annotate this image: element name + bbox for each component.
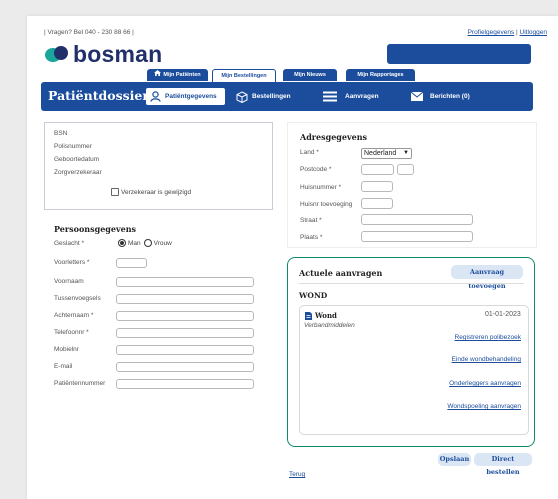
register-visit-link[interactable]: Registreren polibezoek: [455, 334, 521, 341]
request-underpads-link[interactable]: Onderleggers aanvragen: [449, 380, 521, 387]
header-search-box[interactable]: [387, 44, 531, 64]
request-item-subtitle: Verbandmiddelen: [304, 322, 355, 329]
tab-label: Mijn Patiënten: [163, 72, 201, 78]
chevron-down-icon: ▼: [403, 150, 409, 156]
insurer-changed-checkbox-row: Verzekeraar is gewijzigd: [111, 188, 191, 196]
menu-icon: [323, 91, 337, 102]
tussenvoegsels-input[interactable]: [116, 294, 254, 304]
request-item-header: Wond: [305, 311, 337, 320]
nav-berichten[interactable]: Berichten (0): [411, 88, 470, 105]
postcode-digits-input[interactable]: [361, 164, 394, 175]
achternaam-input[interactable]: [116, 311, 254, 321]
envelope-icon: [411, 92, 423, 101]
nav-bestellingen[interactable]: Bestellingen: [236, 88, 291, 105]
email-label: E-mail: [54, 363, 73, 370]
tab-label: Mijn Rapportages: [357, 72, 404, 78]
land-label: Land *: [300, 149, 319, 156]
voornaam-label: Voornaam: [54, 278, 84, 285]
save-button[interactable]: Opslaan: [438, 453, 471, 466]
support-phone: | Vragen? Bel 040 - 230 88 66 |: [44, 29, 134, 36]
user-icon: [150, 91, 161, 102]
request-wound-rinse-link[interactable]: Wondspoeling aanvragen: [447, 403, 521, 410]
postcode-letters-input[interactable]: [397, 164, 414, 175]
order-now-button[interactable]: Direct bestellen: [474, 453, 532, 476]
logo-leaf-icon: [45, 46, 68, 62]
zorgverzekeraar-label: Zorgverzekeraar: [54, 169, 102, 176]
end-treatment-link[interactable]: Einde wondbehandeling: [452, 356, 521, 363]
voornaam-input[interactable]: [116, 277, 254, 287]
geboortedatum-label: Geboortedatum: [54, 156, 100, 163]
telefoonnr-label: Telefoonnr *: [54, 329, 89, 336]
nav-label: Bestellingen: [252, 93, 291, 100]
mobielnr-input[interactable]: [116, 345, 254, 355]
gender-female-radio[interactable]: [143, 239, 152, 247]
requests-divider: [299, 283, 524, 284]
tab-label: Mijn Nieuws: [294, 72, 326, 78]
page-title: Patiëntdossier: [48, 88, 149, 103]
insurer-changed-checkbox[interactable]: [111, 188, 119, 196]
huisnummer-label: Huisnummer *: [300, 184, 342, 191]
voorletters-input[interactable]: [116, 258, 147, 268]
land-select[interactable]: Nederland ▼: [361, 148, 412, 159]
patientennummer-input[interactable]: [116, 379, 254, 389]
bosman-logo[interactable]: bosman: [44, 41, 163, 67]
logout-link[interactable]: Uitloggen: [520, 29, 547, 36]
account-links: Profielgegevens | Uitloggen: [468, 29, 547, 36]
straat-label: Straat *: [300, 217, 322, 224]
mobielnr-label: Mobielnr: [54, 346, 79, 353]
gender-male-label: Man: [128, 239, 141, 247]
nav-aanvragen[interactable]: Aanvragen: [323, 88, 379, 105]
telefoonnr-input[interactable]: [116, 328, 254, 338]
home-icon: [154, 69, 162, 81]
straat-input[interactable]: [361, 214, 473, 225]
back-link[interactable]: Terug: [289, 471, 305, 478]
profile-link[interactable]: Profielgegevens: [468, 29, 515, 36]
polisnummer-label: Polisnummer: [54, 143, 92, 150]
huisnummer-input[interactable]: [361, 181, 393, 192]
gender-female-label: Vrouw: [153, 239, 172, 247]
nav-label: Berichten (0): [430, 93, 470, 100]
voorletters-label: Voorletters *: [54, 259, 90, 266]
document-icon: [305, 311, 312, 320]
link-separator: |: [516, 29, 518, 36]
email-input[interactable]: [116, 362, 254, 372]
logo-text: bosman: [73, 41, 163, 67]
gender-label: Geslacht *: [54, 240, 84, 247]
postcode-label: Postcode *: [300, 166, 332, 173]
nav-label: Aanvragen: [345, 93, 379, 100]
nav-patientgegevens[interactable]: Patiëntgegevens: [146, 88, 225, 105]
requests-title: Actuele aanvragen: [299, 268, 383, 278]
gender-options: Man Vrouw: [118, 239, 172, 247]
tussenvoegsels-label: Tussenvoegsels: [54, 295, 101, 302]
personal-section-title: Persoonsgegevens: [54, 224, 137, 234]
request-item-title: Wond: [315, 311, 337, 320]
request-item-date: 01-01-2023: [485, 311, 521, 318]
nav-label: Patiëntgegevens: [165, 93, 217, 100]
plaats-label: Plaats *: [300, 234, 323, 241]
tab-mijn-nieuws[interactable]: Mijn Nieuws: [283, 69, 337, 81]
insurer-changed-label: Verzekeraar is gewijzigd: [121, 188, 192, 196]
huisnr-toevoeging-label: Huisnr toevoeging: [300, 201, 353, 208]
patientennummer-label: Patiëntennummer: [54, 380, 106, 387]
tab-mijn-patienten[interactable]: Mijn Patiënten: [147, 69, 208, 81]
achternaam-label: Achternaam *: [54, 312, 94, 319]
huisnr-toevoeging-input[interactable]: [361, 198, 393, 209]
bsn-label: BSN: [54, 130, 68, 137]
tab-mijn-bestellingen[interactable]: Mijn Bestellingen: [212, 69, 276, 82]
insurance-panel: [44, 122, 273, 210]
gender-male-radio[interactable]: [118, 239, 126, 247]
box-icon: [236, 90, 248, 103]
land-value: Nederland: [364, 150, 397, 157]
plaats-input[interactable]: [361, 231, 473, 242]
add-request-button[interactable]: Aanvraag toevoegen: [451, 265, 523, 290]
request-category: WOND: [299, 291, 328, 300]
tab-label: Mijn Bestellingen: [221, 73, 267, 79]
tab-mijn-rapportages[interactable]: Mijn Rapportages: [346, 69, 415, 81]
address-section-title: Adresgegevens: [300, 132, 368, 142]
